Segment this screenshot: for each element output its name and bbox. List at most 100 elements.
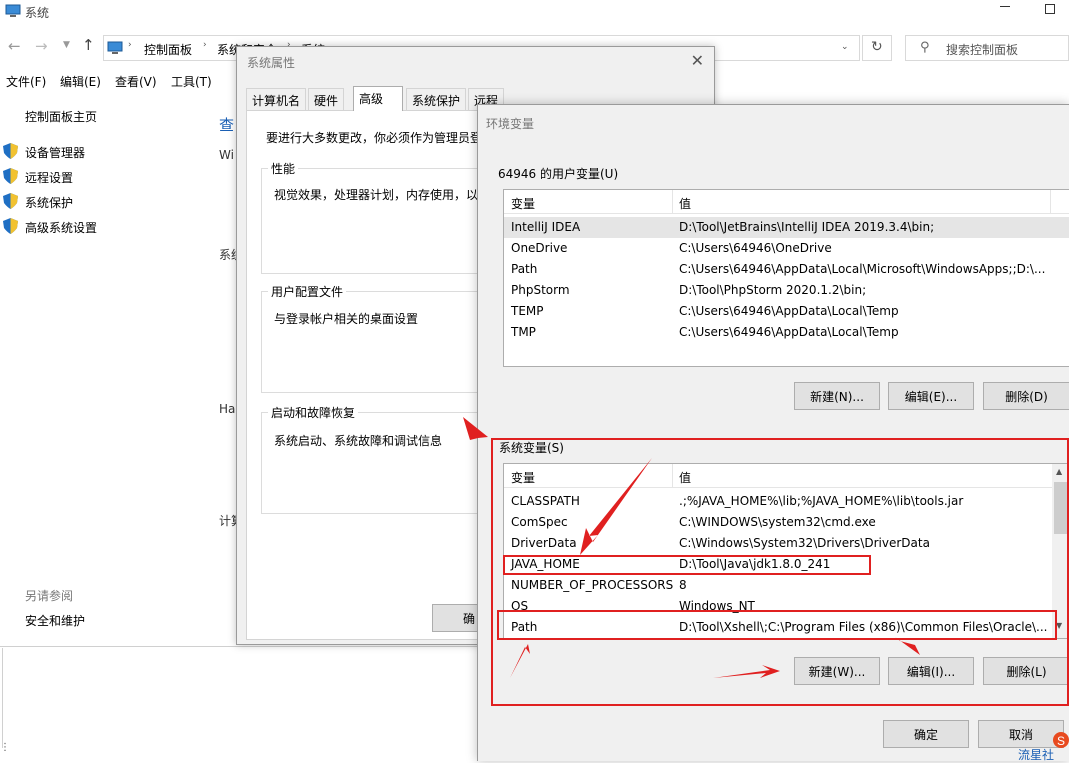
maximize-button[interactable] bbox=[1045, 4, 1055, 14]
tab-advanced[interactable]: 高级 bbox=[353, 86, 403, 111]
scroll-down-icon[interactable]: ▼ bbox=[1056, 621, 1062, 630]
column-separator[interactable] bbox=[672, 190, 673, 214]
list-header: 变量 值 bbox=[504, 190, 1069, 214]
system-vars-list[interactable]: 变量 值 CLASSPATH .;%JAVA_HOME%\lib;%JAVA_H… bbox=[503, 463, 1069, 639]
menu-edit[interactable]: 编辑(E) bbox=[60, 73, 101, 90]
column-header-value[interactable]: 值 bbox=[679, 195, 691, 212]
table-row[interactable]: TMP C:\Users\64946\AppData\Local\Temp bbox=[504, 322, 1069, 343]
var-name: DriverData bbox=[511, 536, 577, 550]
scroll-up-icon[interactable]: ▲ bbox=[1056, 467, 1062, 476]
system-new-button[interactable]: 新建(W)... bbox=[794, 657, 880, 685]
user-delete-button[interactable]: 删除(D) bbox=[983, 382, 1069, 410]
search-input[interactable]: 搜索控制面板 bbox=[946, 41, 1018, 58]
var-name: TMP bbox=[511, 325, 536, 339]
address-dropdown-chevron-icon[interactable]: ⌄ bbox=[841, 42, 849, 52]
var-value: C:\Users\64946\OneDrive bbox=[679, 241, 832, 255]
column-separator[interactable] bbox=[672, 464, 673, 488]
column-header-variable[interactable]: 变量 bbox=[511, 195, 535, 212]
var-value: C:\Users\64946\AppData\Local\Microsoft\W… bbox=[679, 262, 1046, 276]
system-edit-button[interactable]: 编辑(I)... bbox=[888, 657, 974, 685]
var-name: PhpStorm bbox=[511, 283, 570, 297]
column-header-value[interactable]: 值 bbox=[679, 469, 691, 486]
sidebar-item-system-protection[interactable]: 系统保护 bbox=[25, 194, 73, 211]
menu-tools[interactable]: 工具(T) bbox=[171, 73, 212, 90]
system-vars-group-label: 系统变量(S) bbox=[499, 441, 564, 455]
shield-icon bbox=[3, 193, 18, 209]
column-header-variable[interactable]: 变量 bbox=[511, 469, 535, 486]
system-delete-button[interactable]: 删除(L) bbox=[983, 657, 1069, 685]
ok-button[interactable]: 确定 bbox=[883, 720, 969, 748]
tab-system-protection[interactable]: 系统保护 bbox=[406, 88, 467, 110]
group-desc: 与登录帐户相关的桌面设置 bbox=[274, 312, 419, 326]
search-icon: ⚲ bbox=[920, 40, 930, 55]
tab-hardware[interactable]: 硬件 bbox=[308, 88, 345, 110]
divider bbox=[2, 648, 3, 748]
tab-label: 高级 bbox=[359, 92, 384, 106]
var-value: Windows_NT bbox=[679, 599, 755, 613]
table-row[interactable]: CLASSPATH .;%JAVA_HOME%\lib;%JAVA_HOME%\… bbox=[504, 491, 1069, 512]
user-edit-button[interactable]: 编辑(E)... bbox=[888, 382, 974, 410]
minimize-button[interactable] bbox=[1000, 6, 1010, 7]
admin-intro-text: 要进行大多数更改，你必须作为管理员登 bbox=[266, 131, 483, 145]
var-name: ComSpec bbox=[511, 515, 568, 529]
forward-arrow-icon[interactable]: → bbox=[35, 37, 48, 55]
user-vars-group-label: 64946 的用户变量(U) bbox=[498, 167, 619, 181]
button-label: 确定 bbox=[913, 727, 938, 742]
svg-text:S: S bbox=[1057, 734, 1065, 748]
var-name: TEMP bbox=[511, 304, 544, 318]
table-row[interactable]: Path D:\Tool\Xshell\;C:\Program Files (x… bbox=[504, 617, 1069, 638]
refresh-button[interactable]: ↻ bbox=[862, 35, 892, 61]
sidebar-item-advanced-settings[interactable]: 高级系统设置 bbox=[25, 219, 97, 236]
user-vars-list[interactable]: 变量 值 IntelliJ IDEA D:\Tool\JetBrains\Int… bbox=[503, 189, 1069, 367]
table-row[interactable]: NUMBER_OF_PROCESSORS 8 bbox=[504, 575, 1069, 596]
table-row[interactable]: DriverData C:\Windows\System32\Drivers\D… bbox=[504, 533, 1069, 554]
partial-heading-link[interactable]: 查 bbox=[219, 114, 234, 135]
var-value: D:\Tool\Java\jdk1.8.0_241 bbox=[679, 557, 831, 571]
var-value: D:\Tool\PhpStorm 2020.1.2\bin; bbox=[679, 283, 867, 297]
back-arrow-icon[interactable]: ← bbox=[8, 37, 21, 55]
list-header: 变量 值 bbox=[504, 464, 1069, 488]
table-row[interactable]: ComSpec C:\WINDOWS\system32\cmd.exe bbox=[504, 512, 1069, 533]
search-box[interactable]: ⚲ 搜索控制面板 bbox=[905, 35, 1069, 61]
menu-file[interactable]: 文件(F) bbox=[6, 73, 46, 90]
var-value: C:\Windows\System32\Drivers\DriverData bbox=[679, 536, 930, 550]
title-bar: 系统 bbox=[0, 0, 1069, 26]
table-row[interactable]: JAVA_HOME D:\Tool\Java\jdk1.8.0_241 bbox=[504, 554, 1069, 575]
scrollbar-thumb[interactable] bbox=[1054, 482, 1067, 534]
group-label: 性能 bbox=[268, 160, 299, 177]
sidebar-item-security-maintenance[interactable]: 安全和维护 bbox=[25, 612, 85, 629]
divider bbox=[0, 646, 477, 647]
user-new-button[interactable]: 新建(N)... bbox=[794, 382, 880, 410]
breadcrumb-sep-icon: › bbox=[128, 40, 132, 50]
var-value: C:\Users\64946\AppData\Local\Temp bbox=[679, 325, 899, 339]
var-name: IntelliJ IDEA bbox=[511, 220, 581, 234]
computer-icon bbox=[5, 4, 21, 17]
tab-label: 硬件 bbox=[314, 94, 339, 108]
var-value: D:\Tool\JetBrains\IntelliJ IDEA 2019.3.4… bbox=[679, 220, 935, 234]
column-separator[interactable] bbox=[1050, 190, 1051, 214]
table-row[interactable]: PhpStorm D:\Tool\PhpStorm 2020.1.2\bin; bbox=[504, 280, 1069, 301]
menu-view[interactable]: 查看(V) bbox=[115, 73, 157, 90]
button-label: 删除(L) bbox=[1006, 664, 1047, 679]
group-desc: 视觉效果，处理器计划，内存使用，以 bbox=[274, 188, 479, 202]
see-also-label: 另请参阅 bbox=[25, 589, 74, 603]
table-row[interactable]: OneDrive C:\Users\64946\OneDrive bbox=[504, 238, 1069, 259]
table-row[interactable]: TEMP C:\Users\64946\AppData\Local\Temp bbox=[504, 301, 1069, 322]
sidebar-item-device-manager[interactable]: 设备管理器 bbox=[25, 144, 85, 161]
table-row[interactable]: Path C:\Users\64946\AppData\Local\Micros… bbox=[504, 259, 1069, 280]
var-name: CLASSPATH bbox=[511, 494, 580, 508]
up-arrow-icon[interactable]: ↑ bbox=[82, 36, 95, 54]
breadcrumb-control-panel[interactable]: 控制面板 bbox=[144, 41, 192, 58]
dialog-title: 系统属性 bbox=[247, 56, 296, 70]
recent-chevron-icon[interactable]: ▼ bbox=[63, 40, 70, 50]
shield-icon bbox=[3, 143, 18, 159]
sidebar-home-link[interactable]: 控制面板主页 bbox=[25, 108, 97, 125]
close-icon[interactable]: ✕ bbox=[691, 51, 704, 70]
table-row[interactable]: OS Windows_NT bbox=[504, 596, 1069, 617]
var-value: C:\Users\64946\AppData\Local\Temp bbox=[679, 304, 899, 318]
tab-computer-name[interactable]: 计算机名 bbox=[246, 88, 307, 110]
table-row[interactable]: IntelliJ IDEA D:\Tool\JetBrains\IntelliJ… bbox=[504, 217, 1069, 238]
var-value: D:\Tool\Xshell\;C:\Program Files (x86)\C… bbox=[679, 620, 1048, 634]
scrollbar[interactable]: ▲ ▼ bbox=[1052, 464, 1069, 638]
sidebar-item-remote-settings[interactable]: 远程设置 bbox=[25, 169, 73, 186]
